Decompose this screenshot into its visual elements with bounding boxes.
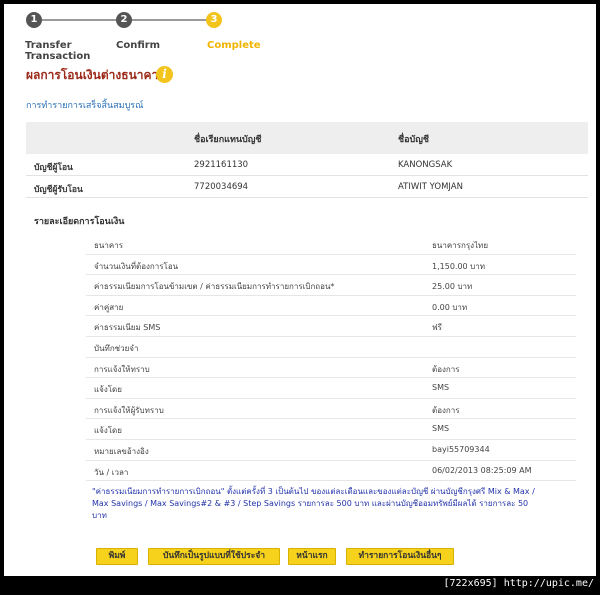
table-row: แจ้งโดย SMS [86,419,576,440]
detail-label: หมายเลขอ้างอิง [94,446,149,456]
detail-value: ธนาคารกรุงไทย [432,241,489,250]
table-row: บันทึกช่วยจำ [86,337,576,358]
step-connector [130,19,212,21]
step-connector [34,19,122,21]
table-row: บัญชีผู้รับโอน 7720034694 ATIWIT YOMJAN [26,176,588,198]
detail-label: การแจ้งให้ผู้รับทราบ [94,405,164,415]
info-icon[interactable]: i [156,66,173,83]
detail-value: 0.00 บาท [432,302,468,312]
bank-page: 1 2 3 Transfer Transaction Confirm Compl… [4,4,596,576]
account-table: ชื่อเรียกแทนบัญชี ชื่อบัญชี บัญชีผู้โอน … [26,122,588,198]
detail-label: ค่าธรรมเนียม SMS [94,323,161,333]
required-mark: * [330,282,335,292]
fee-label-text: ค่าธรรมเนียมการโอนข้ามเขต / ค่าธรรมเนียม… [94,282,331,292]
table-row: ค่าธรรมเนียมการโอนข้ามเขต / ค่าธรรมเนียม… [86,275,576,296]
save-template-button[interactable]: บันทึกเป็นรูปแบบที่ใช้ประจำ [148,548,280,565]
account-table-header: ชื่อเรียกแทนบัญชี ชื่อบัญชี [26,122,588,154]
step-1-dot: 1 [26,12,42,28]
detail-value: ฟรี [432,323,442,333]
success-message: การทำรายการเสร็จสิ้นสมบูรณ์ [26,101,144,111]
home-button[interactable]: หน้าแรก [288,548,336,565]
table-row: บัญชีผู้โอน 2921161130 KANONGSAK [26,154,588,176]
account-name: KANONGSAK [398,160,453,170]
header-account-alias: ชื่อเรียกแทนบัญชี [194,135,262,145]
detail-label: การแจ้งให้ทราบ [94,364,150,374]
account-number: 2921161130 [194,160,249,170]
detail-value: ต้องการ [432,405,460,415]
detail-label: วัน / เวลา [94,467,129,477]
detail-label: ค่าธรรมเนียมการโอนข้ามเขต / ค่าธรรมเนียม… [94,280,334,293]
print-button[interactable]: พิมพ์ [96,548,138,565]
step-3-label: Complete [207,40,261,51]
account-number: 7720034694 [194,182,249,192]
details-table: ธนาคาร ธนาคารกรุงไทย จำนวนเงินที่ต้องการโ… [86,234,576,482]
image-watermark: [722x695] http://upic.me/ [443,578,594,589]
detail-label: บันทึกช่วยจำ [94,343,139,353]
detail-value: ต้องการ [432,364,460,374]
table-row: ค่าคู่สาย 0.00 บาท [86,296,576,317]
table-row: ค่าธรรมเนียม SMS ฟรี [86,316,576,337]
detail-value: bayi55709344 [432,444,490,454]
row-label: บัญชีผู้รับโอน [34,185,83,195]
detail-value: SMS [432,383,450,393]
table-row: การแจ้งให้ผู้รับทราบ ต้องการ [86,399,576,420]
detail-label: ธนาคาร [94,241,123,250]
progress-stepper: 1 2 3 Transfer Transaction Confirm Compl… [4,4,596,74]
table-row: วัน / เวลา 06/02/2013 08:25:09 AM [86,461,576,482]
table-row: จำนวนเงินที่ต้องการโอน 1,150.00 บาท [86,255,576,276]
table-row: หมายเลขอ้างอิง bayi55709344 [86,440,576,461]
fee-note: "ค่าธรรมเนียมการทำรายการเบิกถอน" ตั้งแต่… [92,487,535,520]
other-transfer-button[interactable]: ทำรายการโอนเงินอื่นๆ [346,548,454,565]
row-label: บัญชีผู้โอน [34,163,73,173]
page-title: ผลการโอนเงินต่างธนาคาร [26,68,165,82]
detail-label: แจ้งโดย [94,426,122,436]
header-account-name: ชื่อบัญชี [398,135,430,145]
table-row: การแจ้งให้ทราบ ต้องการ [86,358,576,379]
step-2-label: Confirm [116,40,161,51]
table-row: แจ้งโดย SMS [86,378,576,399]
account-name: ATIWIT YOMJAN [398,182,463,192]
detail-label: ค่าคู่สาย [94,302,124,312]
step-3-dot: 3 [206,12,222,28]
table-row: ธนาคาร ธนาคารกรุงไทย [86,234,576,255]
detail-label: จำนวนเงินที่ต้องการโอน [94,261,179,271]
detail-value: 1,150.00 บาท [432,261,486,271]
detail-value: SMS [432,424,450,434]
detail-value: 06/02/2013 08:25:09 AM [432,465,532,475]
step-1-label: Transfer Transaction [25,40,91,62]
image-frame: 1 2 3 Transfer Transaction Confirm Compl… [0,0,600,595]
details-title: รายละเอียดการโอนเงิน [34,217,125,227]
detail-value: 25.00 บาท [432,282,473,292]
step-2-dot: 2 [116,12,132,28]
detail-label: แจ้งโดย [94,385,122,395]
